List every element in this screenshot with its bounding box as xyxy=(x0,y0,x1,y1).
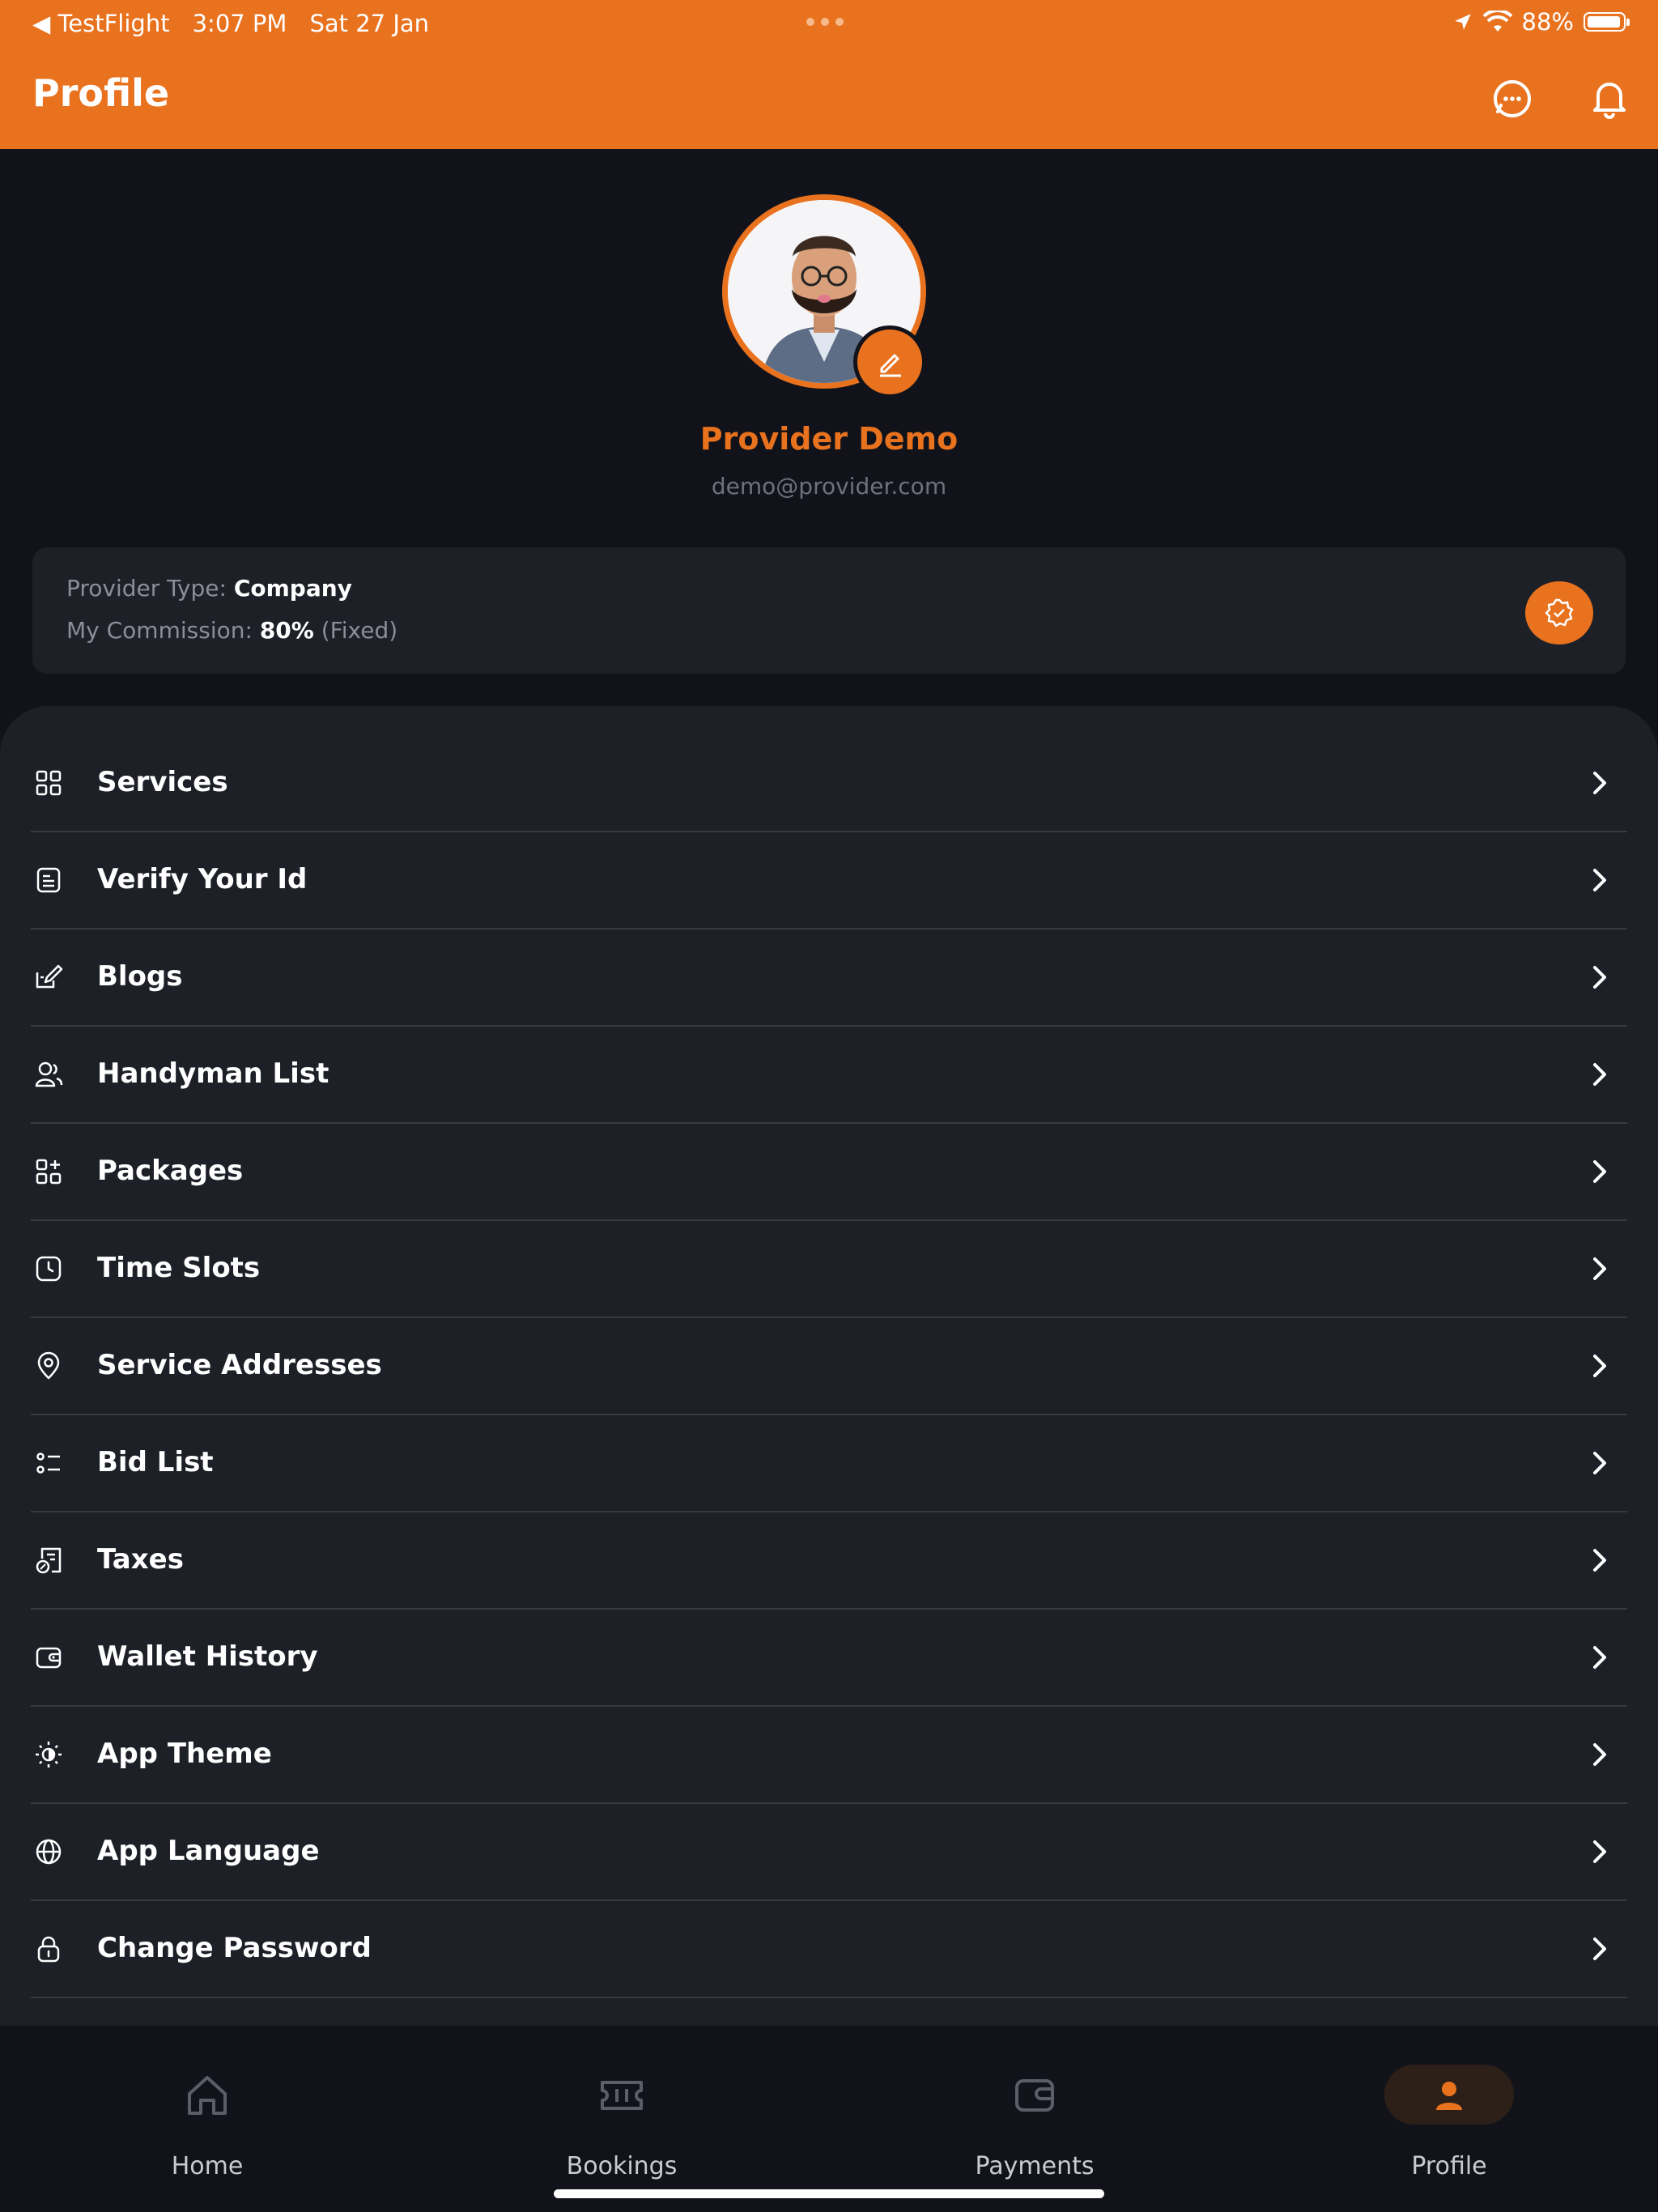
menu-item-blogs[interactable]: Blogs xyxy=(31,929,1627,1027)
provider-info-card: Provider Type: Company My Commission: 80… xyxy=(32,547,1626,674)
menu-item-verify-id[interactable]: Verify Your Id xyxy=(31,832,1627,929)
wallet-icon xyxy=(1015,2079,1054,2112)
provider-type-value: Company xyxy=(233,575,352,602)
status-bar: ◀ TestFlight 3:07 PM Sat 27 Jan 88% xyxy=(0,6,1658,40)
battery-icon xyxy=(1584,12,1630,32)
menu-item-label: Blogs xyxy=(97,960,183,993)
chat-icon[interactable] xyxy=(1490,76,1535,121)
wifi-icon xyxy=(1482,11,1512,32)
menu-item-label: Change Password xyxy=(97,1932,372,1964)
menu-item-taxes[interactable]: Taxes xyxy=(31,1512,1627,1610)
tab-bookings[interactable]: Bookings xyxy=(500,2058,743,2180)
avatar[interactable] xyxy=(722,194,934,398)
menu-item-label: App Theme xyxy=(97,1738,272,1770)
menu-item-services[interactable]: Services xyxy=(31,735,1627,832)
chevron-right-icon xyxy=(1593,1840,1606,1863)
chevron-right-icon xyxy=(1593,1549,1606,1572)
menu-item-label: App Language xyxy=(97,1835,320,1867)
chevron-right-icon xyxy=(1593,1257,1606,1280)
menu-item-time-slots[interactable]: Time Slots xyxy=(31,1221,1627,1318)
chevron-right-icon xyxy=(1593,1452,1606,1474)
menu-item-label: Services xyxy=(97,766,228,798)
menu-item-app-language[interactable]: App Language xyxy=(31,1804,1627,1901)
chevron-right-icon xyxy=(1593,966,1606,989)
menu-item-wallet-history[interactable]: Wallet History xyxy=(31,1610,1627,1707)
tab-label: Bookings xyxy=(566,2152,678,2180)
users-icon xyxy=(35,1061,63,1087)
home-icon xyxy=(188,2076,227,2115)
verified-badge-icon xyxy=(1545,598,1574,627)
menu-item-label: Service Addresses xyxy=(97,1349,382,1381)
menu-item-label: Handyman List xyxy=(97,1057,329,1090)
profile-name: Provider Demo xyxy=(699,421,959,457)
tab-home[interactable]: Home xyxy=(86,2058,329,2180)
menu-item-label: Packages xyxy=(97,1155,244,1187)
menu-item-bid-list[interactable]: Bid List xyxy=(31,1415,1627,1512)
blog-edit-icon xyxy=(36,964,63,989)
location-arrow-icon xyxy=(1454,14,1471,30)
chevron-right-icon xyxy=(1593,772,1606,794)
chevron-right-icon xyxy=(1593,1063,1606,1086)
battery-percent: 88% xyxy=(1521,8,1574,36)
app-header: ◀ TestFlight 3:07 PM Sat 27 Jan 88% Prof… xyxy=(0,0,1658,149)
chevron-right-icon xyxy=(1593,1743,1606,1766)
package-grid-icon xyxy=(36,1159,62,1185)
tab-profile[interactable]: Profile xyxy=(1328,2058,1571,2180)
grid-icon xyxy=(36,770,62,796)
bell-icon[interactable] xyxy=(1587,76,1632,121)
commission-row: My Commission: 80% (Fixed) xyxy=(66,617,398,644)
chevron-right-icon xyxy=(1593,1355,1606,1377)
user-icon xyxy=(1436,2082,1462,2110)
tab-payments[interactable]: Payments xyxy=(913,2058,1156,2180)
status-time: 3:07 PM xyxy=(192,10,287,37)
chevron-right-icon xyxy=(1593,1646,1606,1669)
tax-receipt-icon xyxy=(36,1547,62,1574)
globe-icon xyxy=(36,1839,62,1865)
multitasking-dots-icon[interactable] xyxy=(806,18,844,26)
menu-item-label: Verify Your Id xyxy=(97,863,308,895)
back-to-app-link[interactable]: ◀ TestFlight xyxy=(32,10,170,37)
menu-item-label: Taxes xyxy=(97,1543,184,1576)
menu-item-packages[interactable]: Packages xyxy=(31,1124,1627,1221)
edit-avatar-button[interactable] xyxy=(853,325,926,398)
location-pin-icon xyxy=(37,1351,60,1380)
menu-item-change-password[interactable]: Change Password xyxy=(31,1901,1627,1998)
page-title: Profile xyxy=(32,71,170,115)
chevron-right-icon xyxy=(1593,869,1606,891)
provider-type-row: Provider Type: Company xyxy=(66,575,352,602)
ticket-icon xyxy=(601,2081,643,2110)
menu-item-app-theme[interactable]: App Theme xyxy=(31,1707,1627,1804)
menu-item-handyman-list[interactable]: Handyman List xyxy=(31,1027,1627,1124)
settings-menu: Services Verify Your Id Blogs Handyman L… xyxy=(0,706,1658,2026)
pencil-icon xyxy=(880,354,901,377)
sun-icon xyxy=(36,1742,62,1767)
id-document-icon xyxy=(36,867,61,893)
bottom-tab-bar: Home Bookings Payments Profile xyxy=(0,2026,1658,2212)
commission-value: 80% xyxy=(259,617,314,644)
menu-item-label: Bid List xyxy=(97,1446,214,1478)
chevron-right-icon xyxy=(1593,1938,1606,1960)
menu-item-service-addresses[interactable]: Service Addresses xyxy=(31,1318,1627,1415)
wallet-icon xyxy=(36,1647,62,1669)
status-date: Sat 27 Jan xyxy=(309,10,430,37)
tab-label: Profile xyxy=(1411,2152,1487,2180)
verified-badge-button[interactable] xyxy=(1525,581,1593,644)
list-icon xyxy=(36,1453,60,1474)
tab-label: Home xyxy=(171,2152,244,2180)
clock-icon xyxy=(36,1256,62,1282)
profile-email: demo@provider.com xyxy=(711,473,947,500)
menu-item-label: Wallet History xyxy=(97,1640,318,1673)
home-indicator[interactable] xyxy=(554,2189,1104,2198)
tab-label: Payments xyxy=(975,2152,1095,2180)
chevron-right-icon xyxy=(1593,1160,1606,1183)
lock-icon xyxy=(37,1936,60,1963)
menu-item-label: Time Slots xyxy=(97,1252,261,1284)
